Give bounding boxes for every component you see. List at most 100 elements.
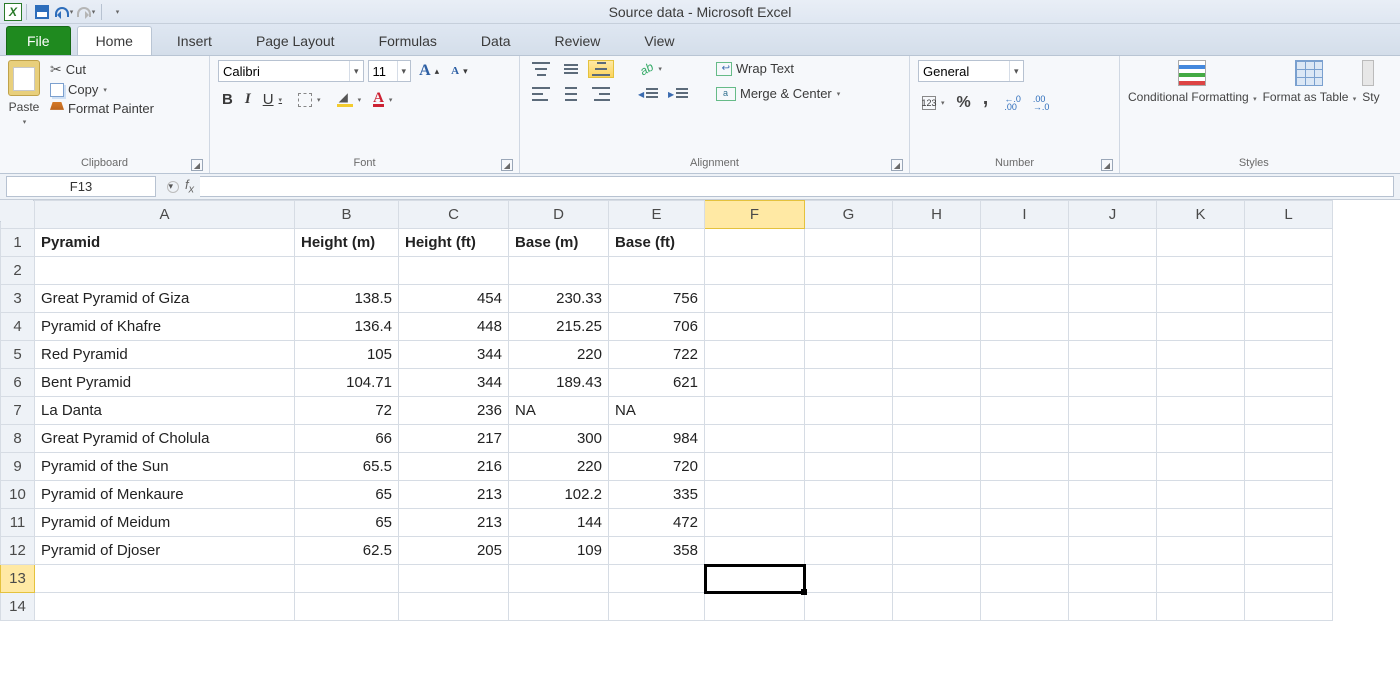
cell-B1[interactable]: Height (m) [295, 229, 399, 257]
cell-I8[interactable] [981, 425, 1069, 453]
fill-color-dropdown-icon[interactable]: ▾ [358, 96, 362, 104]
cell-I1[interactable] [981, 229, 1069, 257]
cell-A2[interactable] [35, 257, 295, 285]
cell-G8[interactable] [805, 425, 893, 453]
align-bottom-button[interactable] [588, 60, 614, 78]
cell-F7[interactable] [705, 397, 805, 425]
cell-L2[interactable] [1245, 257, 1333, 285]
cell-F2[interactable] [705, 257, 805, 285]
cell-H3[interactable] [893, 285, 981, 313]
font-size-dropdown-icon[interactable]: ▾ [397, 61, 411, 81]
cell-G9[interactable] [805, 453, 893, 481]
cell-G7[interactable] [805, 397, 893, 425]
col-header-D[interactable]: D [509, 201, 609, 229]
row-header-14[interactable]: 14 [1, 593, 35, 621]
align-top-button[interactable] [528, 61, 554, 77]
cell-H12[interactable] [893, 537, 981, 565]
cell-E11[interactable]: 472 [609, 509, 705, 537]
cell-G4[interactable] [805, 313, 893, 341]
cell-L1[interactable] [1245, 229, 1333, 257]
row-header-13[interactable]: 13 [1, 565, 35, 593]
format-as-table-button[interactable]: Format as Table ▾ [1263, 60, 1357, 104]
cell-B14[interactable] [295, 593, 399, 621]
cell-F5[interactable] [705, 341, 805, 369]
wrap-text-button[interactable]: Wrap Text [712, 60, 844, 77]
tab-view[interactable]: View [625, 26, 693, 55]
cell-G14[interactable] [805, 593, 893, 621]
cell-G3[interactable] [805, 285, 893, 313]
name-box-dropdown-icon[interactable]: ▾ [168, 181, 173, 192]
font-color-dropdown-icon[interactable]: ▾ [389, 96, 393, 104]
cell-A5[interactable]: Red Pyramid [35, 341, 295, 369]
undo-dropdown-icon[interactable]: ▾ [70, 8, 74, 16]
merge-dropdown-icon[interactable]: ▾ [837, 90, 841, 98]
cell-H10[interactable] [893, 481, 981, 509]
cell-L4[interactable] [1245, 313, 1333, 341]
cell-H1[interactable] [893, 229, 981, 257]
qat-customize-button[interactable]: ▾ [106, 2, 128, 22]
cell-L5[interactable] [1245, 341, 1333, 369]
cell-C8[interactable]: 217 [399, 425, 509, 453]
cell-D10[interactable]: 102.2 [509, 481, 609, 509]
formula-bar[interactable] [200, 176, 1394, 197]
cell-L6[interactable] [1245, 369, 1333, 397]
clipboard-dialog-launcher[interactable]: ◢ [191, 159, 203, 171]
cell-E5[interactable]: 722 [609, 341, 705, 369]
cell-G10[interactable] [805, 481, 893, 509]
cell-I2[interactable] [981, 257, 1069, 285]
cell-B11[interactable]: 65 [295, 509, 399, 537]
cell-C14[interactable] [399, 593, 509, 621]
cell-D1[interactable]: Base (m) [509, 229, 609, 257]
cell-F9[interactable] [705, 453, 805, 481]
cell-D4[interactable]: 215.25 [509, 313, 609, 341]
cell-J5[interactable] [1069, 341, 1157, 369]
merge-center-button[interactable]: Merge & Center▾ [712, 85, 844, 102]
format-as-table-dropdown-icon[interactable]: ▾ [1353, 96, 1357, 103]
col-header-B[interactable]: B [295, 201, 399, 229]
font-color-button[interactable]: A▾ [369, 91, 396, 108]
cell-styles-button-partial[interactable]: Sty [1362, 60, 1379, 104]
cell-I12[interactable] [981, 537, 1069, 565]
paste-button[interactable]: Paste ▾ [8, 60, 40, 126]
cell-F12[interactable] [705, 537, 805, 565]
row-header-6[interactable]: 6 [1, 369, 35, 397]
cell-K12[interactable] [1157, 537, 1245, 565]
cell-G13[interactable] [805, 565, 893, 593]
cell-J7[interactable] [1069, 397, 1157, 425]
row-header-2[interactable]: 2 [1, 257, 35, 285]
cell-B3[interactable]: 138.5 [295, 285, 399, 313]
cell-L9[interactable] [1245, 453, 1333, 481]
cell-K14[interactable] [1157, 593, 1245, 621]
col-header-J[interactable]: J [1069, 201, 1157, 229]
cell-F11[interactable] [705, 509, 805, 537]
cell-E2[interactable] [609, 257, 705, 285]
cell-E13[interactable] [609, 565, 705, 593]
align-left-button[interactable] [528, 86, 554, 102]
row-header-7[interactable]: 7 [1, 397, 35, 425]
cell-L3[interactable] [1245, 285, 1333, 313]
cell-E12[interactable]: 358 [609, 537, 705, 565]
cell-F3[interactable] [705, 285, 805, 313]
cell-C2[interactable] [399, 257, 509, 285]
cell-A11[interactable]: Pyramid of Meidum [35, 509, 295, 537]
cell-K1[interactable] [1157, 229, 1245, 257]
cell-D11[interactable]: 144 [509, 509, 609, 537]
font-size-input[interactable] [369, 61, 397, 81]
cut-button[interactable]: ✂Cut [46, 60, 158, 79]
number-format-combo[interactable]: ▾ [918, 60, 1024, 82]
orientation-button[interactable]: ab▾ [636, 61, 666, 77]
col-header-I[interactable]: I [981, 201, 1069, 229]
cell-B12[interactable]: 62.5 [295, 537, 399, 565]
cell-I10[interactable] [981, 481, 1069, 509]
cell-F8[interactable] [705, 425, 805, 453]
col-header-F[interactable]: F [705, 201, 805, 229]
cell-E7[interactable]: NA [609, 397, 705, 425]
cell-H11[interactable] [893, 509, 981, 537]
cell-L13[interactable] [1245, 565, 1333, 593]
cell-B8[interactable]: 66 [295, 425, 399, 453]
decrease-decimal-button[interactable] [1029, 94, 1054, 112]
cell-K8[interactable] [1157, 425, 1245, 453]
format-painter-button[interactable]: Format Painter [46, 100, 158, 117]
cell-A13[interactable] [35, 565, 295, 593]
cell-A7[interactable]: La Danta [35, 397, 295, 425]
